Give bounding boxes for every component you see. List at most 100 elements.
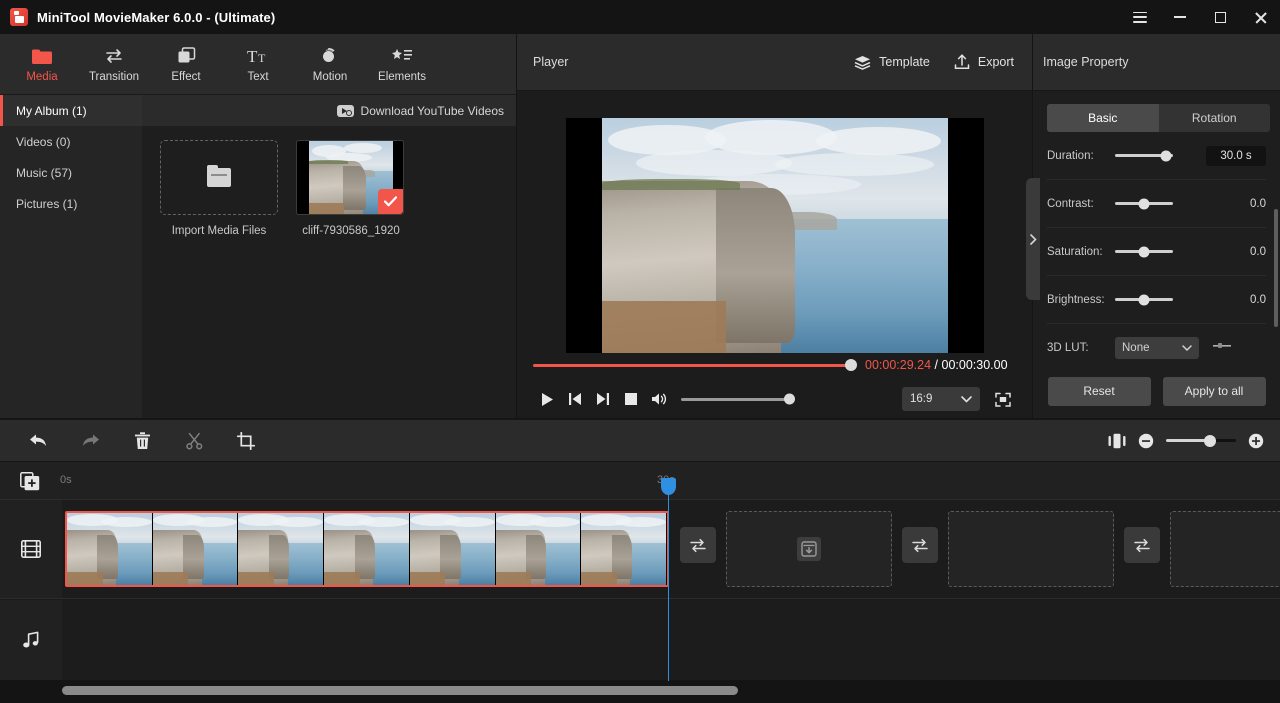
tab-basic[interactable]: Basic xyxy=(1047,104,1159,132)
playhead-handle[interactable] xyxy=(661,478,676,495)
ribbon-item-text[interactable]: TT Text xyxy=(222,37,294,92)
timeline-horizontal-scrollbar[interactable] xyxy=(62,686,738,695)
split-button[interactable] xyxy=(168,419,220,462)
transition-button-2[interactable] xyxy=(902,527,938,563)
folder-open-icon xyxy=(207,164,231,187)
seek-handle[interactable] xyxy=(845,359,857,371)
brightness-slider-handle[interactable] xyxy=(1138,294,1150,305)
redo-arrow-icon xyxy=(81,432,100,449)
contrast-label: Contrast: xyxy=(1047,197,1094,210)
tab-rotation[interactable]: Rotation xyxy=(1159,104,1271,132)
ribbon-item-effect[interactable]: Effect xyxy=(150,37,222,92)
menu-button[interactable] xyxy=(1120,0,1160,34)
crop-button[interactable] xyxy=(220,419,272,462)
video-track-body[interactable] xyxy=(62,500,1280,598)
timeline-slot-3[interactable] xyxy=(1170,511,1280,587)
previous-frame-button[interactable] xyxy=(561,387,589,411)
media-thumbnail[interactable] xyxy=(296,140,404,215)
ribbon-label-media: Media xyxy=(26,70,58,83)
time-display: 00:00:29.24 / 00:00:30.00 xyxy=(865,358,1008,372)
seek-slider[interactable] xyxy=(533,359,857,371)
trash-icon xyxy=(134,431,151,450)
media-item[interactable]: cliff-7930586_1920 xyxy=(296,140,414,237)
property-tabs: Basic Rotation xyxy=(1047,104,1270,132)
timeline-slot-1[interactable] xyxy=(726,511,892,587)
panel-collapse-handle[interactable] xyxy=(1026,178,1040,300)
ribbon-item-motion[interactable]: Motion xyxy=(294,37,366,92)
library-sidebar: My Album (1) Videos (0) Music (57) Pictu… xyxy=(0,95,142,418)
sidebar-item-videos[interactable]: Videos (0) xyxy=(0,126,142,157)
ribbon-item-transition[interactable]: Transition xyxy=(78,37,150,92)
reset-button[interactable]: Reset xyxy=(1047,376,1151,406)
play-button[interactable] xyxy=(533,387,561,411)
download-box-icon xyxy=(797,537,821,561)
property-panel-scrollbar[interactable] xyxy=(1274,209,1278,327)
player-panel: Player Template Export 00:00:29.24 / 00:… xyxy=(517,34,1032,418)
zoom-plus-icon[interactable] xyxy=(1248,433,1264,449)
zoom-slider-handle[interactable] xyxy=(1204,434,1217,447)
export-button[interactable]: Export xyxy=(954,54,1014,70)
video-track xyxy=(0,499,1280,599)
ribbon-item-elements[interactable]: Elements xyxy=(366,37,438,92)
playhead[interactable] xyxy=(661,478,676,681)
template-button[interactable]: Template xyxy=(854,55,930,70)
app-title: MiniTool MovieMaker 6.0.0 - (Ultimate) xyxy=(37,9,276,25)
duration-value[interactable]: 30.0 s xyxy=(1206,145,1266,166)
duration-slider[interactable] xyxy=(1115,150,1173,161)
layers-squares-icon xyxy=(177,46,196,66)
duration-slider-handle[interactable] xyxy=(1160,150,1172,161)
svg-text:T: T xyxy=(247,48,258,64)
timeline-clip[interactable] xyxy=(65,511,669,587)
player-header: Player Template Export xyxy=(517,34,1032,91)
saturation-slider[interactable] xyxy=(1115,246,1173,257)
timeline-ruler[interactable]: 0s 30s xyxy=(0,462,1280,499)
lut-equalizer-icon[interactable] xyxy=(1213,341,1231,355)
redo-button[interactable] xyxy=(64,419,116,462)
play-icon xyxy=(541,392,554,407)
aspect-ratio-select[interactable]: 16:9 xyxy=(902,387,980,411)
minimize-button[interactable] xyxy=(1160,0,1200,34)
video-preview-area[interactable] xyxy=(517,91,1032,379)
motion-circle-icon xyxy=(320,46,340,66)
import-media-dropzone[interactable] xyxy=(160,140,278,215)
timeline: 0s 30s xyxy=(0,462,1280,703)
download-youtube-label[interactable]: Download YouTube Videos xyxy=(361,104,504,118)
volume-button[interactable] xyxy=(645,387,673,411)
chevron-right-icon xyxy=(1029,233,1037,245)
video-stage xyxy=(565,117,984,353)
sidebar-item-my-album[interactable]: My Album (1) xyxy=(0,95,142,126)
zoom-slider[interactable] xyxy=(1166,434,1236,447)
volume-slider[interactable] xyxy=(681,393,795,405)
transition-button-3[interactable] xyxy=(1124,527,1160,563)
contrast-slider[interactable] xyxy=(1115,198,1173,209)
chevron-down-icon xyxy=(961,395,972,403)
apply-to-all-button[interactable]: Apply to all xyxy=(1162,376,1266,406)
saturation-slider-handle[interactable] xyxy=(1138,246,1150,257)
edit-toolbar xyxy=(0,419,1280,462)
lut-select[interactable]: None xyxy=(1115,337,1199,359)
audio-track-body[interactable] xyxy=(62,600,1280,680)
close-button[interactable] xyxy=(1240,0,1280,34)
total-time: 00:00:30.00 xyxy=(941,358,1008,372)
volume-handle[interactable] xyxy=(784,393,795,405)
next-frame-button[interactable] xyxy=(589,387,617,411)
add-media-icon[interactable] xyxy=(20,472,40,491)
ribbon-item-media[interactable]: Media xyxy=(6,37,78,92)
sidebar-item-music[interactable]: Music (57) xyxy=(0,157,142,188)
brightness-slider[interactable] xyxy=(1115,294,1173,305)
timeline-slot-2[interactable] xyxy=(948,511,1114,587)
zoom-minus-icon[interactable] xyxy=(1138,433,1154,449)
undo-button[interactable] xyxy=(12,419,64,462)
audio-track xyxy=(0,600,1280,680)
maximize-icon xyxy=(1214,11,1226,23)
reset-label: Reset xyxy=(1083,384,1115,398)
sidebar-item-pictures[interactable]: Pictures (1) xyxy=(0,188,142,219)
contrast-slider-handle[interactable] xyxy=(1138,198,1150,209)
stop-button[interactable] xyxy=(617,387,645,411)
import-media-cell[interactable]: Import Media Files xyxy=(160,140,278,237)
delete-button[interactable] xyxy=(116,419,168,462)
maximize-button[interactable] xyxy=(1200,0,1240,34)
transition-button-1[interactable] xyxy=(680,527,716,563)
fullscreen-button[interactable] xyxy=(990,387,1016,411)
fit-timeline-icon[interactable] xyxy=(1108,433,1126,449)
